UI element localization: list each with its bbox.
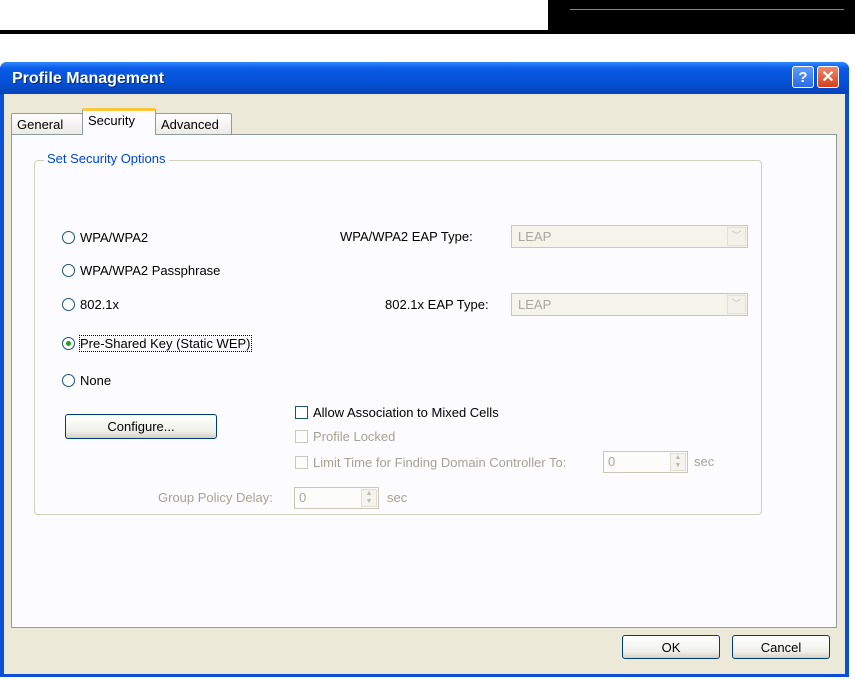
radio-circle-icon xyxy=(62,373,75,387)
radio-wpa-label: WPA/WPA2 xyxy=(80,229,149,245)
dot1x-eap-type-value: LEAP xyxy=(518,297,552,312)
limit-time-value: 0 xyxy=(608,454,616,469)
group-policy-delay-unit: sec xyxy=(387,490,408,505)
limit-time-spinner[interactable]: 0 ▲ ▼ xyxy=(603,451,688,473)
help-button[interactable]: ? xyxy=(792,66,814,88)
spin-arrows-icon[interactable]: ▲ ▼ xyxy=(670,453,686,471)
limit-time-unit: sec xyxy=(694,454,715,469)
radio-wpa[interactable]: WPA/WPA2 xyxy=(62,227,148,247)
tab-security[interactable]: Security xyxy=(82,108,156,135)
group-policy-delay-value: 0 xyxy=(299,490,307,505)
radio-none[interactable]: None xyxy=(62,370,111,390)
dialog-client-area: General Security Advanced Set Security O… xyxy=(4,94,845,674)
checkbox-icon xyxy=(295,455,308,469)
page-header-block xyxy=(548,0,855,32)
wpa-eap-type-select[interactable]: LEAP ﹀ xyxy=(511,225,748,248)
wpa-eap-type-value: LEAP xyxy=(518,229,552,244)
page-header-rule xyxy=(0,30,855,34)
radio-pre-shared-key[interactable]: Pre-Shared Key (Static WEP) xyxy=(62,333,252,353)
profile-locked-checkbox[interactable]: Profile Locked xyxy=(295,427,395,445)
configure-button[interactable]: Configure... xyxy=(65,414,217,439)
wpa-eap-type-label: WPA/WPA2 EAP Type: xyxy=(340,229,473,244)
tab-advanced[interactable]: Advanced xyxy=(155,113,232,134)
dot1x-eap-type-select[interactable]: LEAP ﹀ xyxy=(511,293,748,316)
title-bar[interactable]: Profile Management ? ✕ xyxy=(0,62,849,94)
chevron-down-icon: ﹀ xyxy=(727,227,746,246)
close-button[interactable]: ✕ xyxy=(817,66,839,88)
radio-circle-icon xyxy=(62,297,75,311)
cancel-button[interactable]: Cancel xyxy=(732,635,830,659)
radio-circle-icon xyxy=(62,263,75,277)
group-legend: Set Security Options xyxy=(44,151,169,166)
profile-locked-label: Profile Locked xyxy=(313,428,396,444)
ok-button[interactable]: OK xyxy=(622,635,720,659)
profile-management-dialog: Profile Management ? ✕ General Security … xyxy=(0,62,849,677)
radio-circle-icon xyxy=(62,230,75,244)
group-policy-delay-label: Group Policy Delay: xyxy=(158,490,273,505)
radio-802-1x-label: 802.1x xyxy=(80,296,120,312)
radio-wpa-passphrase[interactable]: WPA/WPA2 Passphrase xyxy=(62,260,220,280)
radio-pre-shared-key-label: Pre-Shared Key (Static WEP) xyxy=(79,334,252,352)
mixed-cells-label: Allow Association to Mixed Cells xyxy=(313,404,499,420)
checkbox-icon xyxy=(295,429,308,443)
radio-selected-icon xyxy=(62,336,75,350)
radio-wpa-passphrase-label: WPA/WPA2 Passphrase xyxy=(80,262,221,278)
mixed-cells-checkbox[interactable]: Allow Association to Mixed Cells xyxy=(295,403,499,421)
radio-802-1x[interactable]: 802.1x xyxy=(62,294,119,314)
chevron-down-icon: ﹀ xyxy=(727,295,746,314)
group-policy-delay-spinner[interactable]: 0 ▲ ▼ xyxy=(294,487,379,509)
spin-arrows-icon[interactable]: ▲ ▼ xyxy=(361,489,377,507)
radio-none-label: None xyxy=(80,372,112,388)
checkbox-icon xyxy=(295,405,308,419)
limit-time-label: Limit Time for Finding Domain Controller… xyxy=(313,454,567,470)
limit-time-checkbox[interactable]: Limit Time for Finding Domain Controller… xyxy=(295,453,566,471)
window-title: Profile Management xyxy=(12,70,165,87)
tab-general[interactable]: General xyxy=(11,113,83,134)
page-header-line xyxy=(570,9,844,10)
dot1x-eap-type-label: 802.1x EAP Type: xyxy=(385,297,489,312)
